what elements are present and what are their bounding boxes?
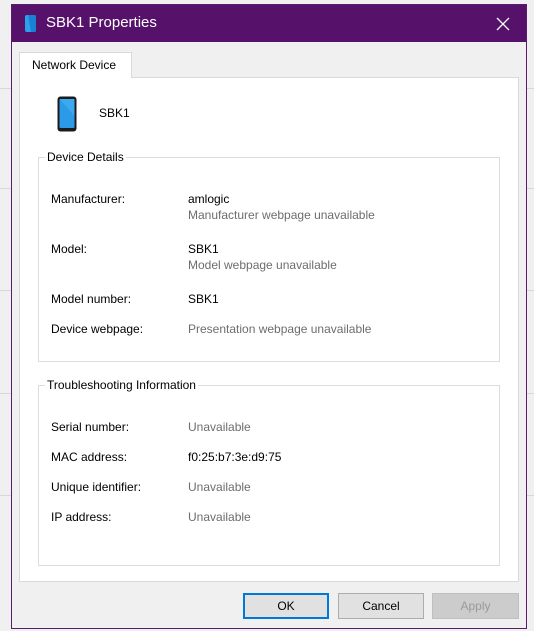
manufacturer-webpage: Manufacturer webpage unavailable (188, 208, 375, 222)
window-title: SBK1 Properties (46, 14, 157, 31)
unique-identifier-value: Unavailable (188, 480, 251, 494)
mac-address-value: f0:25:b7:3e:d9:75 (188, 450, 282, 464)
properties-dialog: SBK1 Properties Network Device SBK1 Devi… (11, 4, 527, 629)
device-webpage-label: Device webpage: (51, 322, 144, 336)
manufacturer-value: amlogic (188, 192, 230, 206)
device-details-group: Device Details Manufacturer: amlogic Man… (38, 150, 500, 362)
model-number-value: SBK1 (188, 292, 219, 306)
manufacturer-label: Manufacturer: (51, 192, 126, 206)
title-bar[interactable]: SBK1 Properties (12, 5, 526, 42)
serial-number-value: Unavailable (188, 420, 251, 434)
tab-panel: SBK1 Device Details Manufacturer: amlogi… (19, 77, 519, 582)
serial-number-label: Serial number: (51, 420, 130, 434)
model-label: Model: (51, 242, 88, 256)
mac-address-label: MAC address: (51, 450, 128, 464)
phone-icon (25, 15, 36, 32)
device-webpage-value: Presentation webpage unavailable (188, 322, 372, 336)
model-webpage: Model webpage unavailable (188, 258, 337, 272)
unique-identifier-label: Unique identifier: (51, 480, 142, 494)
device-details-legend: Device Details (47, 150, 124, 164)
cancel-button[interactable]: Cancel (338, 593, 424, 619)
device-name: SBK1 (99, 106, 130, 120)
apply-button[interactable]: Apply (432, 593, 519, 619)
troubleshooting-legend: Troubleshooting Information (47, 378, 196, 392)
close-icon (496, 17, 510, 30)
ip-address-label: IP address: (51, 510, 112, 524)
ip-address-value: Unavailable (188, 510, 251, 524)
ok-button[interactable]: OK (243, 593, 329, 619)
phone-icon (57, 96, 77, 132)
tab-network-device[interactable]: Network Device (19, 52, 132, 78)
troubleshooting-group: Troubleshooting Information Serial numbe… (38, 378, 500, 566)
close-button[interactable] (480, 5, 526, 42)
model-value: SBK1 (188, 242, 219, 256)
model-number-label: Model number: (51, 292, 132, 306)
